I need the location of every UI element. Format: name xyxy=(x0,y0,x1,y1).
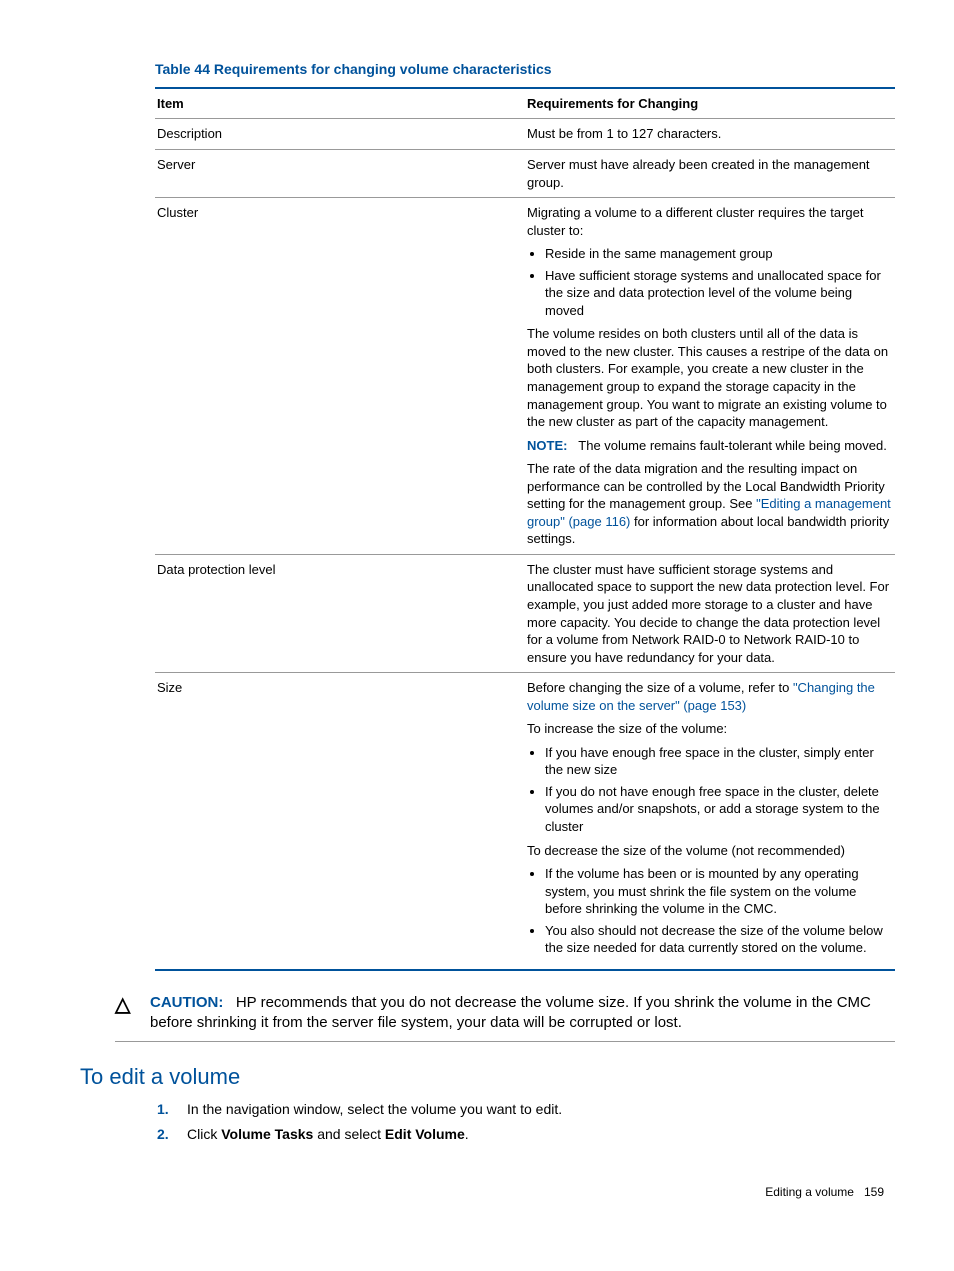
cell-item: Size xyxy=(155,673,525,970)
text: Before changing the size of a volume, re… xyxy=(527,680,793,695)
cell-req: Must be from 1 to 127 characters. xyxy=(525,119,895,150)
page-footer: Editing a volume 159 xyxy=(80,1184,889,1200)
bullet-list: If you have enough free space in the clu… xyxy=(527,744,891,836)
header-req: Requirements for Changing xyxy=(525,88,895,119)
list-item: You also should not decrease the size of… xyxy=(545,922,891,957)
text: Click xyxy=(187,1126,221,1142)
paragraph: Before changing the size of a volume, re… xyxy=(527,679,891,714)
list-item: If you have enough free space in the clu… xyxy=(545,744,891,779)
cell-req: Before changing the size of a volume, re… xyxy=(525,673,895,970)
cell-item: Data protection level xyxy=(155,554,525,672)
table-row: Description Must be from 1 to 127 charac… xyxy=(155,119,895,150)
list-item: If the volume has been or is mounted by … xyxy=(545,865,891,918)
paragraph: Migrating a volume to a different cluste… xyxy=(527,204,891,239)
list-item: Have sufficient storage systems and unal… xyxy=(545,267,891,320)
cell-item: Description xyxy=(155,119,525,150)
step-item: Click Volume Tasks and select Edit Volum… xyxy=(183,1125,889,1144)
bold-text: Volume Tasks xyxy=(221,1126,313,1142)
requirements-table: Item Requirements for Changing Descripti… xyxy=(155,87,895,971)
table-row: Server Server must have already been cre… xyxy=(155,149,895,197)
note: NOTE: The volume remains fault-tolerant … xyxy=(527,437,891,455)
footer-section: Editing a volume xyxy=(765,1185,854,1199)
cell-req: The cluster must have sufficient storage… xyxy=(525,554,895,672)
step-item: In the navigation window, select the vol… xyxy=(183,1100,889,1119)
cell-req: Server must have already been created in… xyxy=(525,149,895,197)
table-header-row: Item Requirements for Changing xyxy=(155,88,895,119)
bullet-list: Reside in the same management group Have… xyxy=(527,245,891,319)
caution-body: HP recommends that you do not decrease t… xyxy=(150,994,871,1031)
caution-label: CAUTION: xyxy=(150,994,223,1011)
footer-page: 159 xyxy=(864,1185,884,1199)
header-item: Item xyxy=(155,88,525,119)
steps-list: In the navigation window, select the vol… xyxy=(155,1100,889,1144)
section-heading: To edit a volume xyxy=(80,1062,889,1092)
paragraph: The rate of the data migration and the r… xyxy=(527,460,891,548)
bullet-list: If the volume has been or is mounted by … xyxy=(527,865,891,957)
cell-item: Cluster xyxy=(155,198,525,555)
caution-block: △ CAUTION: HP recommends that you do not… xyxy=(115,993,895,1043)
paragraph: To decrease the size of the volume (not … xyxy=(527,842,891,860)
paragraph: The volume resides on both clusters unti… xyxy=(527,325,891,430)
note-label: NOTE: xyxy=(527,438,567,453)
table-caption: Table 44 Requirements for changing volum… xyxy=(155,60,889,79)
caution-text: CAUTION: HP recommends that you do not d… xyxy=(150,993,895,1034)
cell-item: Server xyxy=(155,149,525,197)
list-item: If you do not have enough free space in … xyxy=(545,783,891,836)
note-text: The volume remains fault-tolerant while … xyxy=(578,438,887,453)
table-row: Cluster Migrating a volume to a differen… xyxy=(155,198,895,555)
bold-text: Edit Volume xyxy=(385,1126,465,1142)
text: . xyxy=(465,1126,469,1142)
list-item: Reside in the same management group xyxy=(545,245,891,263)
paragraph: To increase the size of the volume: xyxy=(527,720,891,738)
table-row: Data protection level The cluster must h… xyxy=(155,554,895,672)
caution-icon: △ xyxy=(115,993,150,1015)
cell-req: Migrating a volume to a different cluste… xyxy=(525,198,895,555)
table-row: Size Before changing the size of a volum… xyxy=(155,673,895,970)
text: and select xyxy=(313,1126,385,1142)
